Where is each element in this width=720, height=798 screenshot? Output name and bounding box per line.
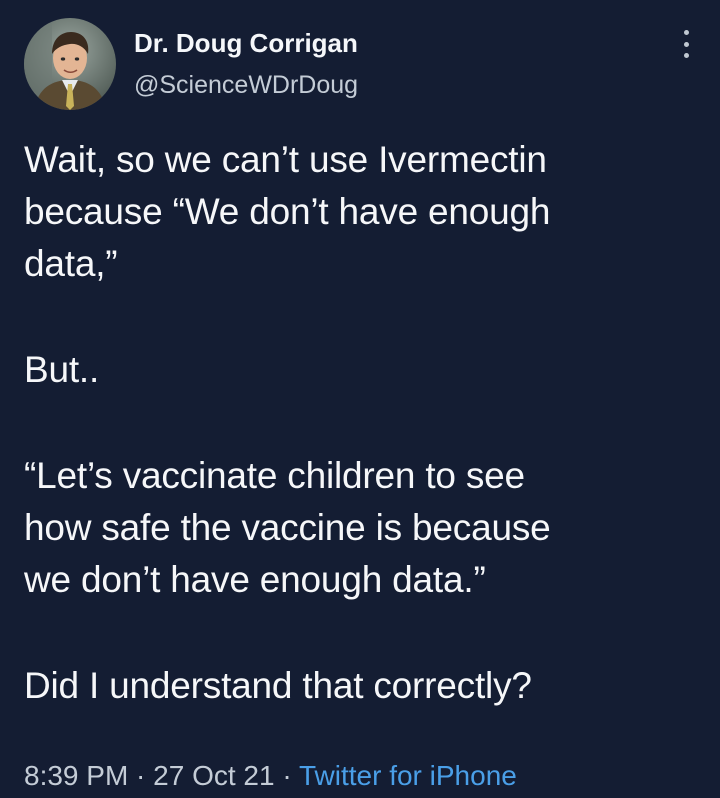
tweet-paragraph: “Let’s vaccinate children to see how saf… [24, 455, 551, 600]
tweet-paragraph: Did I understand that correctly? [24, 665, 532, 706]
meta-separator: · [128, 760, 154, 791]
more-options-icon[interactable] [676, 30, 696, 58]
more-dot [683, 41, 689, 47]
more-dot [683, 53, 689, 58]
author-names: Dr. Doug Corrigan @ScienceWDrDoug [134, 27, 358, 101]
tweet-meta: 8:39 PM · 27 Oct 21 · Twitter for iPhone [24, 758, 517, 794]
tweet-time[interactable]: 8:39 PM [24, 760, 128, 791]
handle[interactable]: @ScienceWDrDoug [134, 69, 358, 101]
tweet-paragraph: But.. [24, 349, 100, 390]
avatar[interactable] [24, 18, 116, 110]
tweet-source-link[interactable]: Twitter for iPhone [299, 760, 517, 791]
tweet-card: Dr. Doug Corrigan @ScienceWDrDoug Wait, … [0, 0, 720, 798]
more-dot [683, 30, 689, 35]
tweet-paragraph: Wait, so we can’t use Ivermectin because… [24, 139, 551, 284]
tweet-text: Wait, so we can’t use Ivermectin because… [24, 134, 696, 712]
display-name[interactable]: Dr. Doug Corrigan [134, 27, 358, 59]
tweet-date[interactable]: 27 Oct 21 [153, 760, 274, 791]
tweet-header: Dr. Doug Corrigan @ScienceWDrDoug [24, 18, 358, 110]
profile-photo-icon [24, 18, 116, 110]
meta-separator: · [274, 760, 299, 791]
